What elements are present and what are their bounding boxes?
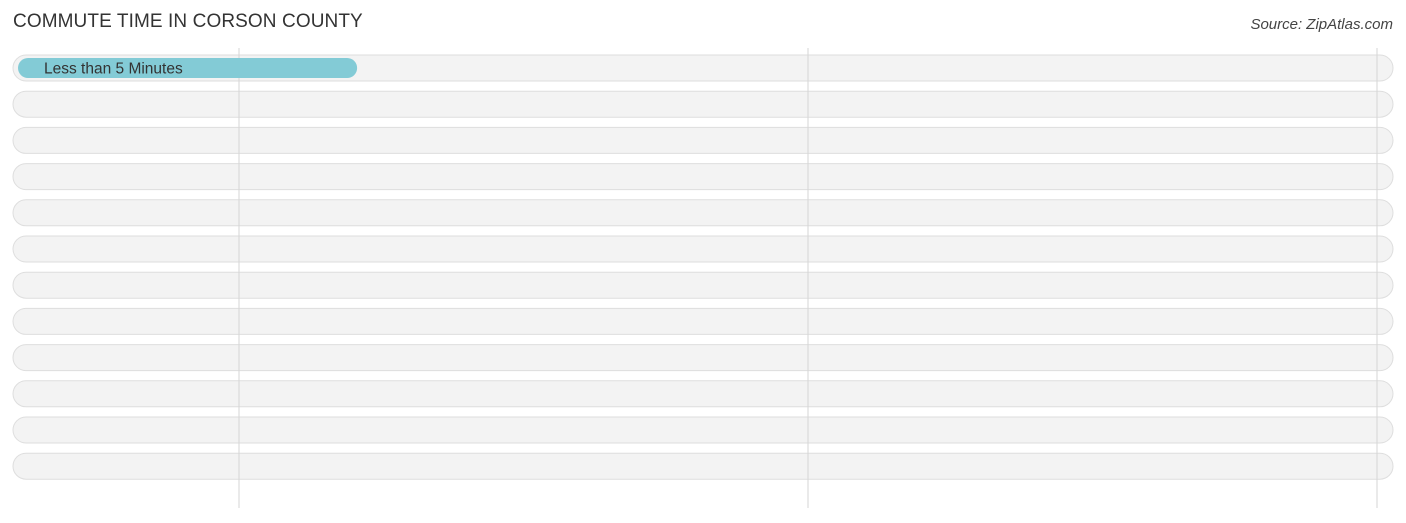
bar-row: Less than 5 Minutes — [18, 58, 358, 78]
bar-track — [12, 235, 1394, 263]
bar-track — [12, 344, 1394, 372]
bars-front: Less than 5 Minutes — [18, 58, 358, 78]
bar-track — [12, 199, 1394, 227]
bar-track — [12, 452, 1394, 480]
bar-track — [12, 380, 1394, 408]
bars-layer — [12, 54, 1394, 480]
bar-track — [12, 90, 1394, 118]
bar-track — [12, 271, 1394, 299]
bar-chart: Less than 5 Minutes — [12, 48, 1394, 508]
bar-track — [12, 416, 1394, 444]
bar-track — [12, 126, 1394, 154]
category-label: Less than 5 Minutes — [44, 61, 183, 78]
bar-track — [12, 307, 1394, 335]
bar-track — [12, 163, 1394, 191]
